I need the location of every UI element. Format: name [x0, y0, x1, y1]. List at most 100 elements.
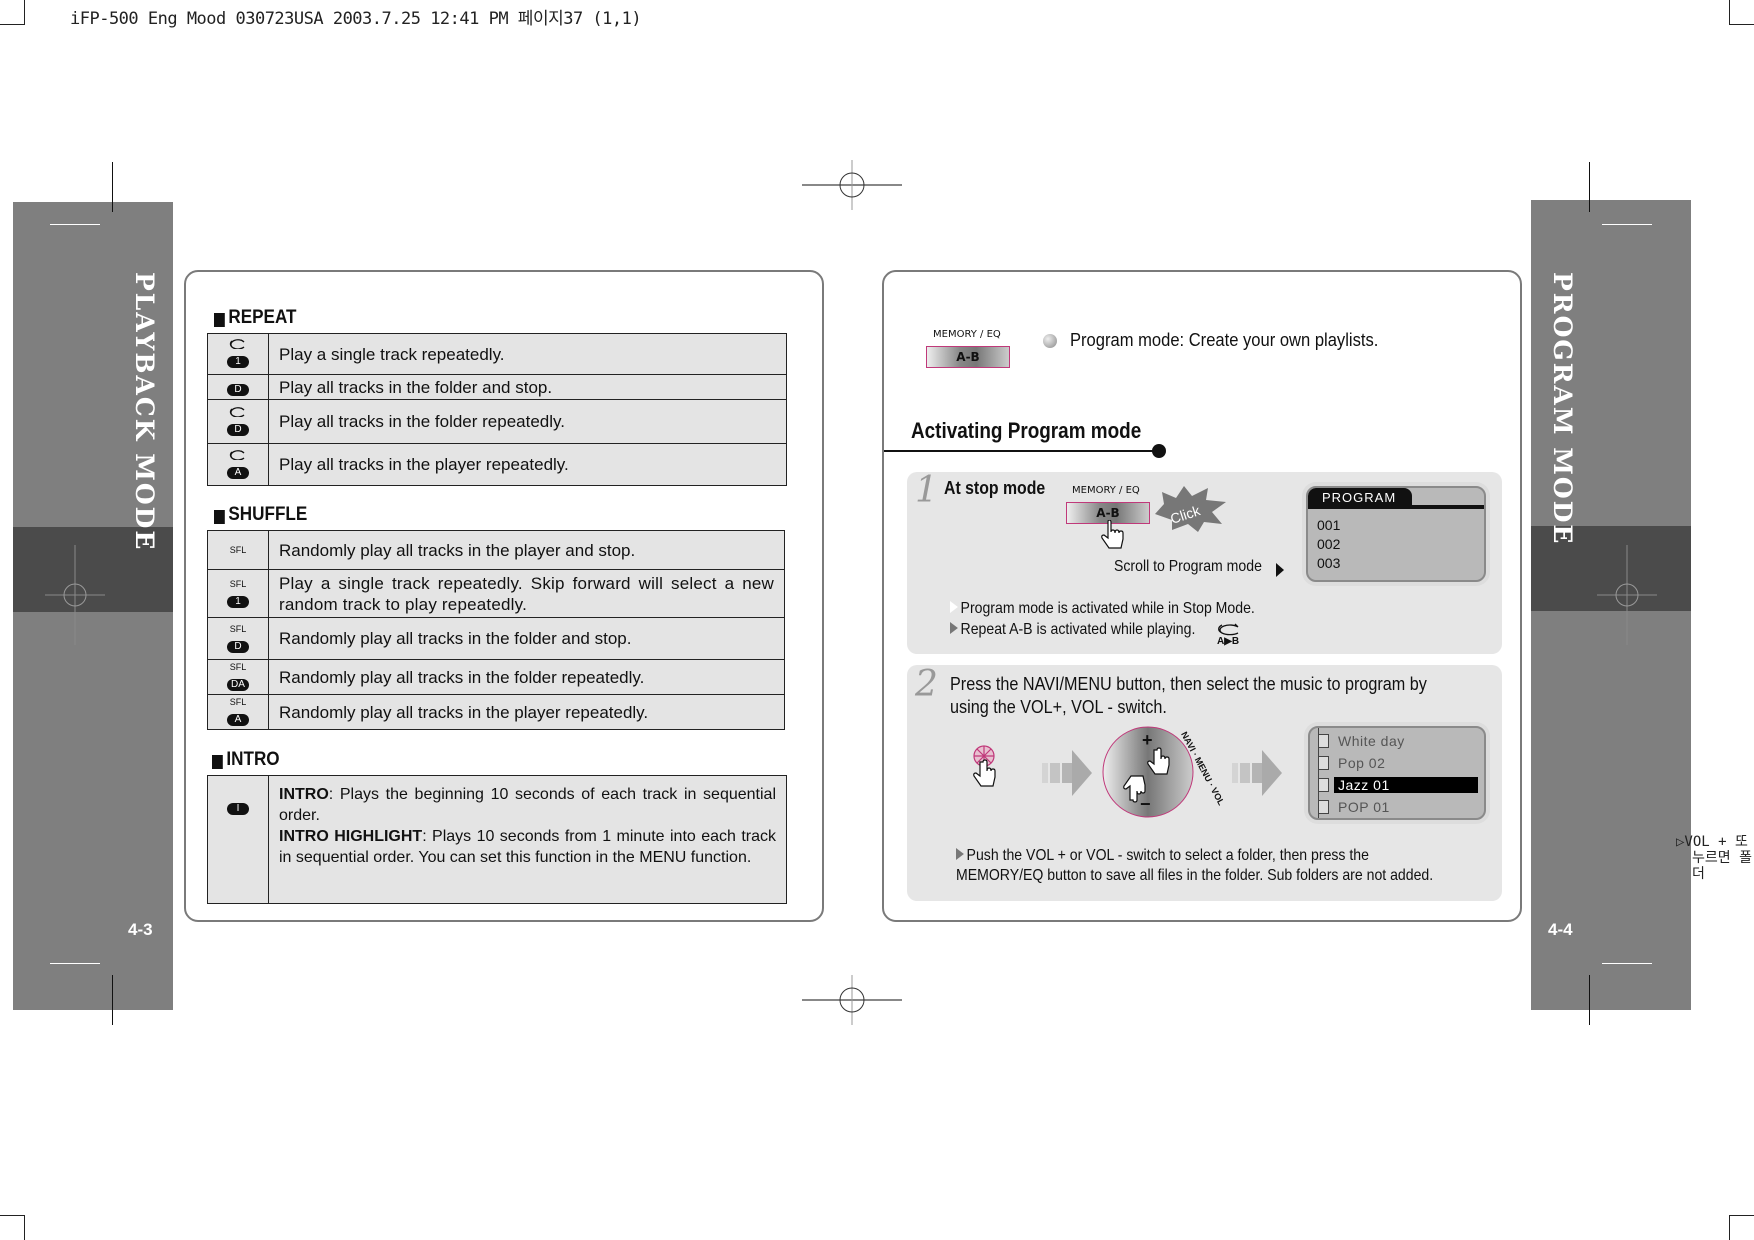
step-2-note: Push the VOL + or VOL - switch to select… — [956, 847, 1434, 884]
repeat-heading-text: REPEAT — [228, 307, 297, 328]
repeat-table: 1 Play a single track repeatedly. D Play… — [207, 333, 787, 486]
crop-mark — [0, 1215, 25, 1240]
triangle-bullet-icon — [950, 622, 958, 634]
lcd-item: 001 — [1317, 517, 1341, 533]
intro-label: INTRO — [279, 786, 329, 803]
repeat-row-text: Play a single track repeatedly. — [268, 333, 787, 375]
crop-mark — [0, 0, 25, 25]
table-row: D Play all tracks in the folder and stop… — [207, 374, 787, 400]
repeat-heading: REPEAT — [214, 307, 297, 329]
repeat-a-icon: A — [207, 443, 269, 486]
repeat-row-text: Play all tracks in the player repeatedly… — [268, 443, 787, 486]
registration-mark — [802, 160, 902, 210]
table-row: 1 Play a single track repeatedly. — [207, 333, 787, 375]
ab-icon-label: A▶B — [1217, 636, 1240, 647]
margin-note-line: ▷VOL + 또 — [1676, 834, 1748, 850]
table-row: D Play all tracks in the folder repeated… — [207, 399, 787, 444]
margin-note: ▷VOL + 또 누르면 폴더 — [1676, 834, 1754, 882]
arrow-right-icon — [1036, 750, 1092, 796]
program-mode-description: Program mode: Create your own playlists. — [1070, 330, 1379, 350]
dial-minus: − — [1140, 794, 1151, 814]
lcd-item: 002 — [1317, 536, 1341, 552]
memory-eq-label: MEMORY / EQ — [933, 329, 1001, 340]
right-tab-title: PROGRAM MODE — [1548, 272, 1577, 546]
shuffle-row-text: Randomly play all tracks in the folder r… — [268, 659, 785, 695]
table-row: A Play all tracks in the player repeated… — [207, 443, 787, 486]
repeat-ab-icon — [1218, 623, 1239, 636]
intro-description: INTRO: Plays the beginning 10 seconds of… — [268, 775, 787, 904]
loop-icon — [229, 449, 245, 460]
section-underline-dot — [1152, 444, 1166, 458]
navi-button-icon — [973, 745, 996, 787]
repeat-d-stop-icon: D — [207, 374, 269, 400]
shuffle-heading: SHUFFLE — [214, 504, 307, 526]
bullet-icon — [1043, 334, 1057, 348]
table-row: SFL A Randomly play all tracks in the pla… — [207, 694, 785, 730]
file-icon — [1318, 800, 1329, 814]
shuffle-heading-text: SHUFFLE — [228, 504, 308, 525]
table-row: SFL D Randomly play all tracks in the fol… — [207, 617, 785, 660]
file-icon — [1318, 778, 1329, 792]
music-list-item-label: Pop 02 — [1338, 755, 1386, 771]
pointing-hand-icon — [1101, 520, 1124, 549]
arrow-right-icon — [1276, 563, 1284, 577]
registration-mark — [802, 975, 902, 1025]
trim-line — [50, 963, 100, 964]
ab-button[interactable]: A-B — [926, 346, 1010, 368]
loop-icon — [229, 339, 245, 349]
step-1-title: At stop mode — [944, 478, 1046, 498]
file-icon — [1318, 756, 1329, 770]
trim-line — [1602, 963, 1652, 964]
table-row: SFL Randomly play all tracks in the play… — [207, 530, 785, 570]
music-list-lcd: White day Pop 02 Jazz 01 POP 01 — [1308, 726, 1486, 820]
loop-icon — [229, 406, 245, 417]
shuffle-a-icon: SFL A — [207, 694, 269, 730]
dial-plus: + — [1142, 730, 1153, 750]
page-number-right: 4-4 — [1548, 920, 1573, 939]
trim-line — [1589, 162, 1590, 212]
section-underline — [884, 450, 1158, 452]
music-list-item-label: Jazz 01 — [1334, 777, 1478, 793]
page-number-left: 4-3 — [128, 920, 153, 939]
section-title: Activating Program mode — [911, 418, 1142, 443]
registration-mark — [45, 545, 105, 645]
step-2-number: 2 — [915, 664, 938, 705]
step-1-number: 1 — [915, 470, 938, 511]
music-list-item[interactable]: Jazz 01 — [1310, 774, 1484, 796]
lcd-header: PROGRAM — [1308, 488, 1413, 507]
intro-heading: INTRO — [212, 749, 280, 771]
music-list-item[interactable]: White day — [1310, 730, 1484, 752]
program-lcd-screen: PROGRAM 001 002 003 — [1306, 486, 1486, 582]
lcd-item: 003 — [1317, 555, 1341, 571]
triangle-bullet-icon — [950, 601, 958, 613]
scroll-instruction: Scroll to Program mode — [1114, 558, 1262, 575]
shuffle-1-icon: SFL 1 — [207, 569, 269, 618]
intro-icon: I — [207, 775, 269, 904]
music-list-item[interactable]: Pop 02 — [1310, 752, 1484, 774]
triangle-bullet-icon — [956, 848, 964, 860]
shuffle-row-text: Play a single track repeatedly. Skip for… — [268, 569, 785, 618]
music-list-item-label: White day — [1338, 733, 1405, 749]
shuffle-da-icon: SFL DA — [207, 659, 269, 695]
print-header: iFP-500 Eng Mood 030723USA 2003.7.25 12:… — [70, 9, 642, 29]
intro-table: I INTRO: Plays the beginning 10 seconds … — [207, 775, 787, 904]
intro-heading-text: INTRO — [226, 749, 280, 770]
crop-mark — [1729, 0, 1754, 25]
music-list-item[interactable]: POP 01 — [1310, 796, 1484, 818]
table-row: SFL 1 Play a single track repeatedly. Ski… — [207, 569, 785, 618]
shuffle-row-text: Randomly play all tracks in the folder a… — [268, 617, 785, 660]
shuffle-d-icon: SFL D — [207, 617, 269, 660]
shuffle-table: SFL Randomly play all tracks in the play… — [207, 530, 785, 730]
trim-line — [50, 224, 100, 225]
repeat-d-icon: D — [207, 399, 269, 444]
music-list: White day Pop 02 Jazz 01 POP 01 — [1310, 730, 1484, 818]
shuffle-row-text: Randomly play all tracks in the player a… — [268, 530, 785, 570]
step-2-instruction: Press the NAVI/MENU button, then select … — [950, 674, 1427, 717]
registration-mark — [1597, 545, 1657, 645]
repeat-1-icon: 1 — [207, 333, 269, 375]
memory-eq-label: MEMORY / EQ — [1072, 485, 1140, 496]
table-row: SFL DA Randomly play all tracks in the fo… — [207, 659, 785, 695]
left-tab-title: PLAYBACK MODE — [130, 272, 159, 552]
crop-mark — [1729, 1215, 1754, 1240]
click-burst-icon: Click — [1155, 486, 1226, 532]
